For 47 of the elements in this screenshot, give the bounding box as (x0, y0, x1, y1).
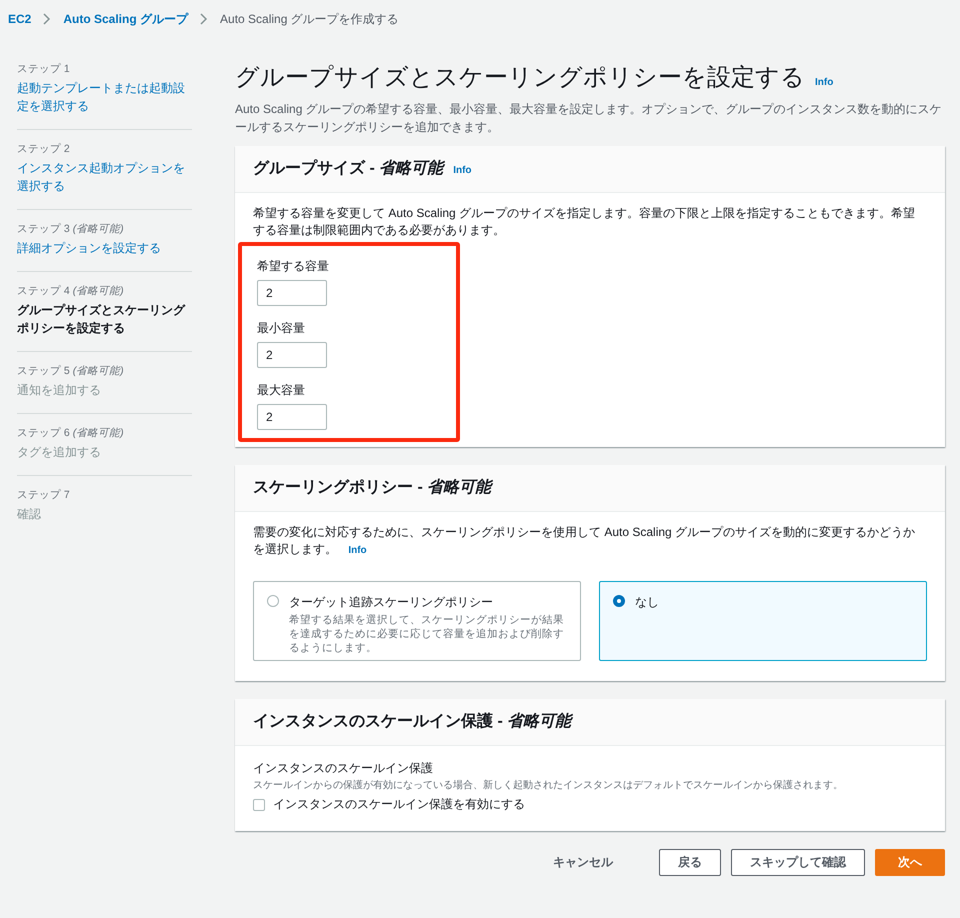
section-heading: インスタンスのスケールイン保護 - 省略可能 (253, 713, 572, 731)
step-label: ステップ 2 (17, 142, 71, 156)
option-label: なし (635, 594, 659, 611)
field-description: スケールインからの保護が有効になっている場合、新しく起動されたインスタンスはデフォルトでスケールインから保護されます。 (253, 778, 844, 792)
step-label: ステップ 4 (省略可能) (17, 284, 125, 298)
action-button[interactable]: 戻る (659, 849, 721, 876)
section-description: 需要の変化に対応するために、スケーリングポリシーを使用して Auto Scaling グループのサイズを動的に変更するかどうかを選択します。 Info (253, 524, 916, 558)
step-link[interactable]: 起動テンプレートまたは起動設定を選択する (17, 79, 192, 115)
field-label: 最大容量 (257, 382, 306, 399)
step-link[interactable]: グループサイズとスケーリングポリシーを設定する (17, 301, 192, 337)
capacity-input[interactable]: 2 (257, 342, 327, 368)
action-button[interactable]: 次へ (875, 849, 945, 876)
step-label: ステップ 7 (17, 488, 71, 502)
field-label: 最小容量 (257, 320, 306, 337)
step-label: ステップ 5 (省略可能) (17, 364, 125, 378)
action-button[interactable]: キャンセル (535, 849, 631, 876)
section-description: 希望する容量を変更して Auto Scaling グループのサイズを指定します。容量の下限と上限を指定することもできます。希望する容量は制限範囲内である必要があります。 (253, 205, 916, 239)
info-link[interactable]: Info (453, 165, 472, 176)
field-label: 希望する容量 (257, 258, 329, 275)
radio-button[interactable] (267, 595, 279, 607)
field-label: インスタンスのスケールイン保護 (253, 760, 434, 777)
breadcrumb-link[interactable]: Auto Scaling グループ (63, 10, 188, 28)
chevron-icon (43, 13, 52, 25)
action-button[interactable]: スキップして確認 (731, 849, 865, 876)
step-label: ステップ 3 (省略可能) (17, 222, 125, 236)
policy-option[interactable]: なし (599, 581, 927, 661)
option-description: 希望する結果を選択して、スケーリングポリシーが結果を達成するために必要に応じて容量を追加および削除するようにします。 (289, 613, 565, 655)
step-link[interactable]: 詳細オプションを設定する (17, 239, 192, 257)
radio-button[interactable] (613, 595, 625, 607)
checkbox[interactable] (253, 798, 265, 810)
capacity-input[interactable]: 2 (257, 280, 327, 306)
breadcrumb-link[interactable]: EC2 (8, 12, 32, 26)
page-title: グループサイズとスケーリングポリシーを設定する (235, 63, 805, 93)
section-heading: スケーリングポリシー - 省略可能 (253, 479, 492, 497)
section-heading: グループサイズ - 省略可能 (253, 160, 444, 178)
step-label: ステップ 6 (省略可能) (17, 426, 125, 440)
page-location: Auto Scaling グループを作成する (220, 10, 399, 28)
step-label: ステップ 1 (17, 62, 71, 76)
policy-option[interactable]: ターゲット追跡スケーリングポリシー 希望する結果を選択して、スケーリングポリシーが結果を達成するために必要に応じて容量を追加および削除するようにします。 (253, 581, 581, 661)
checkbox-label[interactable]: インスタンスのスケールイン保護を有効にする (273, 796, 525, 813)
chevron-icon (200, 13, 208, 25)
option-label: ターゲット追跡スケーリングポリシー (289, 594, 494, 611)
info-link[interactable]: Info (348, 545, 367, 556)
step-link[interactable]: インスタンス起動オプションを選択する (17, 159, 192, 195)
capacity-input[interactable]: 2 (257, 404, 327, 430)
info-link[interactable]: Info (815, 77, 834, 88)
page-description: Auto Scaling グループの希望する容量、最小容量、最大容量を設定します。オプションで、グループのインスタンス数を動的にスケールするスケーリングポリシーを追加できます。 (235, 101, 943, 136)
